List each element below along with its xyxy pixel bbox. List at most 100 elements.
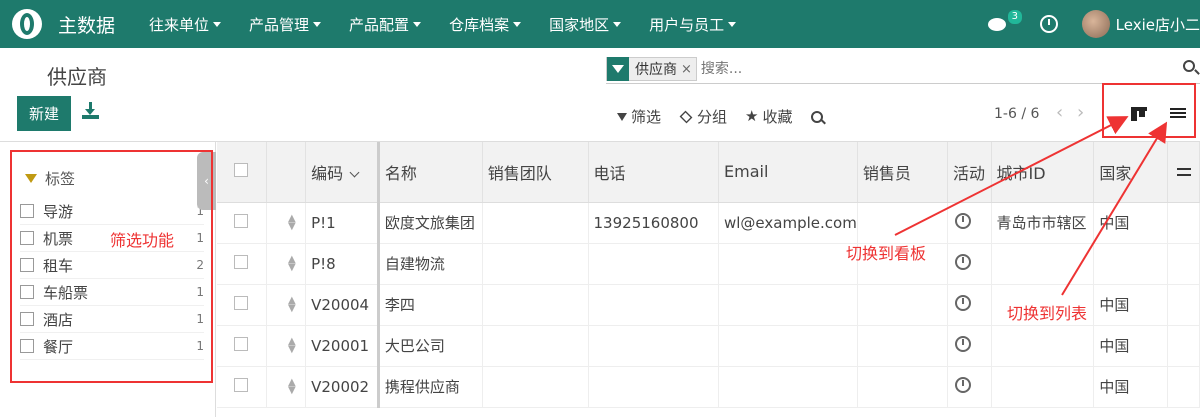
column-header-phone[interactable]: 电话 [588,142,720,203]
row-checkbox[interactable] [234,254,249,269]
cell-empty [1167,325,1200,367]
pager-next-icon[interactable]: › [1077,102,1084,123]
row-select-cell[interactable] [217,366,267,408]
menu-countries[interactable]: 国家地区 [535,0,635,48]
cell-country: 中国 [1093,202,1169,244]
cell-name: 携程供应商 [378,366,483,408]
select-all-cell[interactable] [217,142,267,203]
drag-handle-icon[interactable]: ▲ ▼ [266,366,307,408]
search-icon[interactable] [1183,60,1195,72]
cell-salesperson [857,325,949,367]
activity-clock-icon[interactable] [1039,15,1058,33]
facet-remove-icon[interactable]: × [681,62,696,77]
facet-label: 供应商 [635,62,677,78]
activity-clock-icon[interactable] [955,253,972,270]
new-button[interactable]: 新建 [17,96,71,131]
search-input[interactable] [696,57,1157,81]
search-options: 筛选 分组 ★ 收藏 [617,106,845,127]
user-name[interactable]: Lexie店小二 [1116,14,1200,35]
cell-city: 青岛市市辖区 [991,202,1095,244]
pager-value[interactable]: 1-6 / 6 [994,106,1039,122]
row-select-cell[interactable] [217,243,267,285]
kanban-annotation-label: 切换到看板 [846,244,927,263]
avatar[interactable] [1081,10,1110,38]
drag-handle-icon[interactable]: ▲ ▼ [266,325,307,367]
chevron-down-icon [413,21,422,27]
filter-button[interactable]: 筛选 [617,106,661,127]
column-header-city[interactable]: 城市ID [991,142,1095,203]
cell-activity[interactable] [947,202,992,244]
cell-team [482,243,589,285]
table-row[interactable]: ▲ ▼ V20002 携程供应商 中国 [217,366,1200,408]
column-header-code[interactable]: 编码 [305,142,380,203]
table-row[interactable]: ▲ ▼ P!8 自建物流 [217,243,1200,285]
layers-icon [679,110,693,123]
column-header-email[interactable]: Email [718,142,858,203]
column-header-country[interactable]: 国家 [1093,142,1169,203]
cell-empty [1167,284,1200,326]
group-by-button[interactable]: 分组 [679,106,727,127]
facet-tag: 供应商 × [606,57,697,81]
download-icon[interactable] [82,102,100,120]
row-select-cell[interactable] [217,284,267,326]
row-checkbox[interactable] [234,377,249,392]
cell-salesperson [857,202,949,244]
drag-handle-icon[interactable]: ▲ ▼ [266,284,307,326]
table-row[interactable]: ▲ ▼ P!1 欧度文旅集团 13925160800 wl@example.com… [217,202,1200,244]
app-name[interactable]: 主数据 [58,11,115,38]
cell-empty [1167,202,1200,244]
zoom-button[interactable] [810,110,827,123]
select-all-checkbox[interactable] [234,163,249,178]
cell-team [482,202,589,244]
column-header-name[interactable]: 名称 [378,142,483,203]
row-checkbox[interactable] [234,295,249,310]
zoom-in-icon [810,110,823,123]
activity-clock-icon[interactable] [955,335,972,352]
cell-team [482,284,589,326]
activity-clock-icon[interactable] [955,294,972,311]
cell-empty [1167,243,1200,285]
search-facets: 供应商 × [606,56,1157,82]
cell-activity[interactable] [947,284,992,326]
chevron-down-icon [728,21,737,27]
chevron-down-icon [313,21,322,27]
favorites-button[interactable]: ★ 收藏 [745,106,792,127]
filter-annotation-label: 筛选功能 [110,231,175,250]
cell-activity[interactable] [947,325,992,367]
menu-products[interactable]: 产品管理 [235,0,335,48]
drag-handle-icon[interactable]: ▲ ▼ [266,243,307,285]
menu-partners[interactable]: 往来单位 [135,0,235,48]
cell-city [991,243,1095,285]
chat-icon[interactable]: 3 [987,10,1023,32]
cell-activity[interactable] [947,366,992,408]
row-select-cell[interactable] [217,325,267,367]
cell-team [482,325,589,367]
cell-email [718,325,858,367]
menu-users[interactable]: 用户与员工 [635,0,750,48]
cell-name: 自建物流 [378,243,483,285]
pager-previous-icon[interactable]: ‹ [1056,102,1063,123]
optional-columns-button[interactable] [1167,142,1200,203]
app-logo-icon[interactable] [12,9,42,39]
cell-code: V20004 [305,284,380,326]
filter-annotation-box [10,150,213,383]
row-checkbox[interactable] [234,213,249,228]
cell-team [482,366,589,408]
sort-down-icon [349,167,360,178]
column-header-activity[interactable]: 活动 [947,142,992,203]
activity-clock-icon[interactable] [955,376,972,393]
menu-product-config[interactable]: 产品配置 [335,0,435,48]
handle-header [266,142,307,203]
cell-name: 李四 [378,284,483,326]
cell-country [1093,243,1169,285]
cell-phone [588,284,720,326]
drag-handle-icon[interactable]: ▲ ▼ [266,202,307,244]
column-header-salesperson[interactable]: 销售员 [857,142,949,203]
activity-clock-icon[interactable] [955,212,972,229]
table-row[interactable]: ▲ ▼ V20001 大巴公司 中国 [217,325,1200,367]
row-select-cell[interactable] [217,202,267,244]
cell-activity[interactable] [947,243,992,285]
row-checkbox[interactable] [234,336,249,351]
menu-warehouse[interactable]: 仓库档案 [435,0,535,48]
column-header-team[interactable]: 销售团队 [482,142,589,203]
